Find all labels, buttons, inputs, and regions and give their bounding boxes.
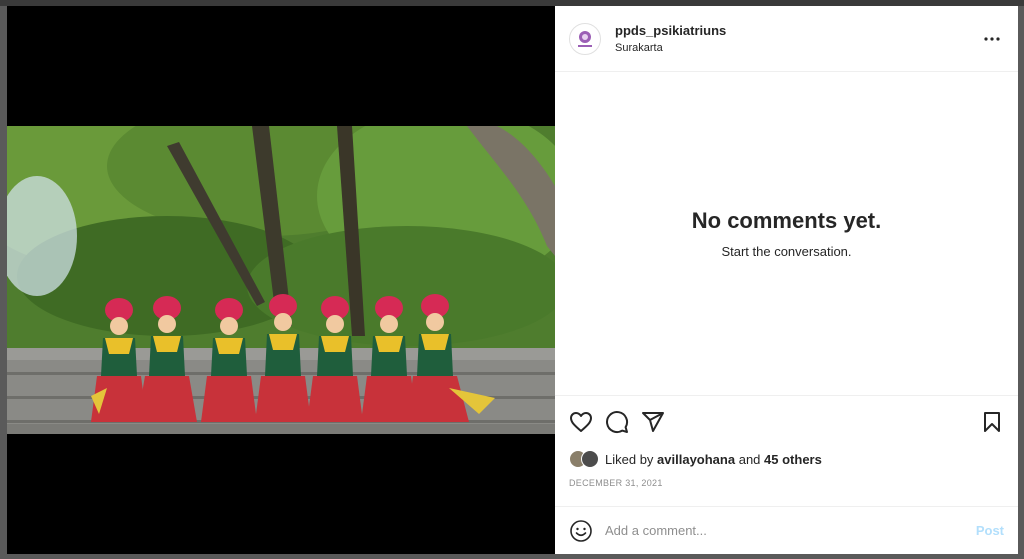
save-button[interactable] [978,408,1006,436]
heart-icon [570,412,592,432]
liker-username-link[interactable]: avillayohana [657,452,735,467]
action-bar [555,398,1018,446]
likes-prefix: Liked by [605,451,654,467]
location-link[interactable]: Surakarta [615,42,980,54]
more-options-button[interactable] [980,27,1004,51]
post-header: ppds_psikiatriuns Surakarta [555,6,1018,72]
comments-section: No comments yet. Start the conversation. [555,72,1018,396]
emoji-button[interactable] [569,519,593,543]
comment-bubble-icon [606,411,629,434]
empty-comments-title: No comments yet. [691,208,882,233]
comment-input[interactable] [605,523,976,538]
comment-button[interactable] [603,408,631,436]
paper-plane-icon [642,412,664,432]
post-photo[interactable] [7,126,555,434]
like-button[interactable] [567,408,595,436]
likes-others-link[interactable]: 45 others [764,452,822,467]
liker-avatars[interactable] [569,450,599,468]
more-horizontal-icon [984,36,1000,41]
post-comment-button[interactable]: Post [976,523,1004,538]
liker-avatar-2 [581,450,599,468]
username-link[interactable]: ppds_psikiatriuns [615,23,980,38]
post-header-text: ppds_psikiatriuns Surakarta [615,23,980,54]
likes-text: Liked by avillayohana and 45 others [605,452,822,467]
comment-composer: Post [555,506,1018,554]
post-photo-image [7,126,555,434]
post-date[interactable]: DECEMBER 31, 2021 [555,472,1018,506]
post-modal: ppds_psikiatriuns Surakarta No comments … [7,6,1018,554]
bookmark-icon [984,412,1000,432]
likes-row: Liked by avillayohana and 45 others [555,446,1018,472]
likes-connector: and [738,451,761,467]
post-media [7,6,555,554]
smiley-icon [570,519,592,542]
share-button[interactable] [639,408,667,436]
profile-logo-icon [578,30,592,47]
post-details-panel: ppds_psikiatriuns Surakarta No comments … [555,6,1018,554]
avatar[interactable] [569,22,601,55]
empty-comments-subtitle: Start the conversation. [721,244,852,259]
